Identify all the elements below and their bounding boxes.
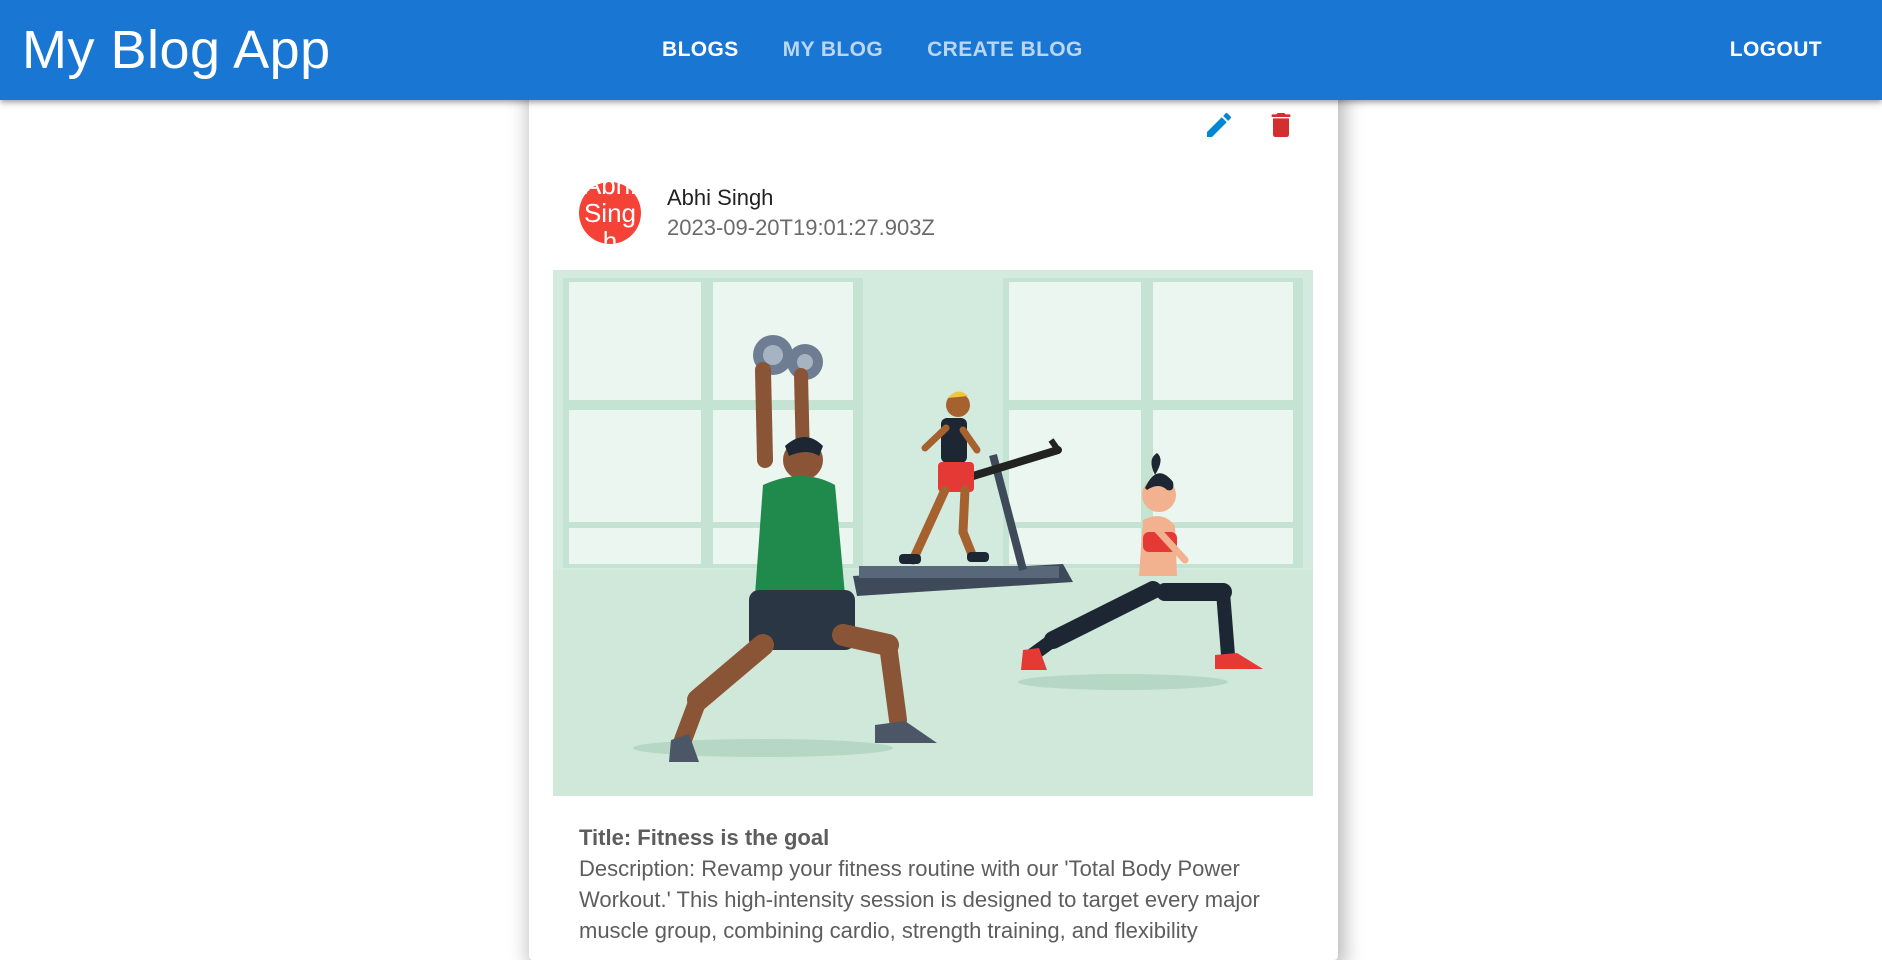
avatar: Abhi Singh: [579, 182, 641, 244]
post-title: Title: Fitness is the goal: [579, 825, 830, 850]
edit-button[interactable]: [1202, 108, 1236, 142]
blog-card: Abhi Singh Abhi Singh 2023-09-20T19:01:2…: [529, 60, 1338, 960]
avatar-text: Abhi Singh: [583, 182, 637, 244]
trash-icon: [1271, 113, 1291, 137]
tab-create-blog[interactable]: CREATE BLOG: [905, 36, 1105, 64]
author-name: Abhi Singh: [667, 185, 774, 210]
post-header: Abhi Singh Abhi Singh 2023-09-20T19:01:2…: [579, 182, 935, 244]
gym-illustration: [553, 270, 1313, 796]
logout-button[interactable]: LOGOUT: [1730, 36, 1822, 64]
delete-button[interactable]: [1264, 108, 1298, 142]
post-meta: Abhi Singh 2023-09-20T19:01:27.903Z: [667, 183, 935, 243]
post-image: [553, 270, 1313, 796]
app-title: My Blog App: [22, 20, 331, 80]
post-content: Title: Fitness is the goal Description: …: [579, 822, 1299, 946]
pencil-icon: [1207, 112, 1232, 137]
post-date: 2023-09-20T19:01:27.903Z: [667, 215, 935, 240]
tab-blogs[interactable]: BLOGS: [640, 36, 761, 64]
tab-my-blog[interactable]: MY BLOG: [761, 36, 905, 64]
main-nav: BLOGS MY BLOG CREATE BLOG: [640, 36, 1105, 64]
app-bar: My Blog App BLOGS MY BLOG CREATE BLOG LO…: [0, 0, 1882, 100]
card-actions: [1202, 108, 1298, 142]
post-description: Description: Revamp your fitness routine…: [579, 856, 1260, 943]
